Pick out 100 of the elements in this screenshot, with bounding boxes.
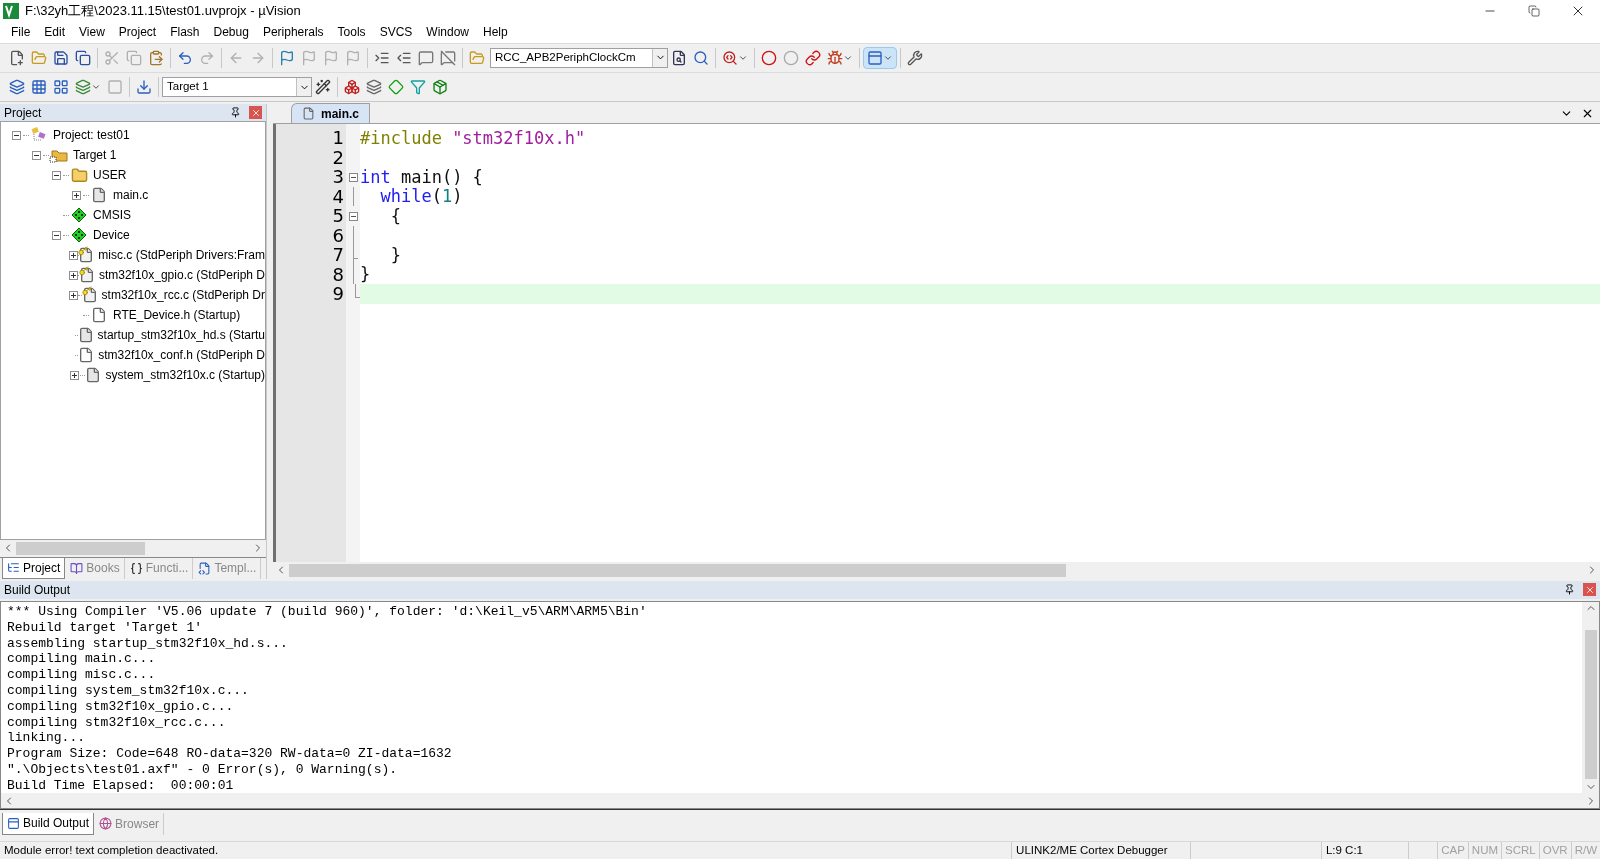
log-line: compiling misc.c... [7, 667, 157, 683]
log-line: Rebuild target 'Target 1' [7, 619, 204, 636]
expand-toggle[interactable] [69, 290, 78, 300]
folder-search-icon[interactable] [469, 49, 485, 66]
expand-toggle[interactable] [69, 250, 78, 260]
project-icon [30, 127, 48, 144]
find-combo[interactable]: RCC_APB2PeriphClockCm [490, 47, 668, 68]
flag-icon[interactable] [279, 49, 295, 66]
menu-item[interactable]: View [72, 23, 112, 42]
menu-item[interactable]: Help [476, 23, 515, 42]
layers-icon[interactable] [75, 79, 91, 96]
tree-item[interactable]: Project: test01 [53, 126, 130, 145]
search-icon[interactable] [722, 49, 738, 66]
blocks-icon[interactable] [344, 79, 360, 96]
log-line: *** Using Compiler 'V5.06 update 7 (build 960)', folder: 'd:\Keil_v5\ARM\ARM5\Bin' [7, 603, 648, 620]
collapse-toggle[interactable] [51, 230, 61, 240]
linked-rings-icon[interactable] [805, 49, 821, 66]
braces-icon [129, 561, 143, 575]
vertical-scrollbar[interactable] [1582, 601, 1599, 794]
log-line: compiling stm32f10x_gpio.c... [7, 698, 235, 715]
open-folder-icon[interactable] [31, 49, 47, 66]
tree-item[interactable]: Device [93, 226, 130, 245]
pin-icon[interactable] [230, 107, 241, 119]
expand-toggle[interactable] [69, 270, 78, 280]
menu-item[interactable]: Peripherals [255, 23, 331, 42]
tree-item[interactable]: stm32f10x_conf.h (StdPeriph D [98, 346, 265, 365]
save-all-icon[interactable] [75, 49, 91, 66]
pin-icon[interactable] [1564, 584, 1575, 596]
menu-item[interactable]: Edit [37, 23, 73, 42]
menu-item[interactable]: File [4, 23, 38, 42]
undo-icon[interactable] [177, 49, 193, 66]
new-file-icon[interactable] [9, 49, 25, 66]
line-number: 5 [332, 207, 344, 226]
locked-file-icon [78, 246, 95, 264]
save-icon[interactable] [53, 49, 69, 66]
download-icon[interactable] [136, 79, 152, 96]
tree-item[interactable]: system_stm32f10x.c (Startup) [105, 366, 265, 385]
tab-label: Build Output [23, 815, 90, 833]
window-icon[interactable] [867, 49, 883, 66]
toggle-button[interactable] [863, 46, 897, 69]
output-icon [7, 816, 20, 830]
book-icon [70, 561, 84, 575]
menu-item[interactable]: Debug [206, 23, 256, 42]
paste-icon[interactable] [148, 49, 164, 66]
menu-item[interactable]: Project [111, 23, 164, 42]
tree-item[interactable]: startup_stm32f10x_hd.s (Startu [97, 326, 265, 345]
stack-icon[interactable] [9, 79, 25, 96]
tree-item[interactable]: RTE_Device.h (Startup) [113, 306, 241, 325]
wand-icon[interactable] [315, 79, 331, 96]
package-icon[interactable] [432, 79, 448, 96]
collapse-toggle[interactable] [31, 150, 41, 160]
file-icon [77, 327, 94, 344]
tree-item[interactable]: main.c [113, 186, 149, 205]
collapse-toggle[interactable] [11, 130, 21, 140]
status-indicator: R/W [1570, 841, 1600, 859]
menu-item[interactable]: Window [419, 23, 476, 42]
horizontal-scrollbar[interactable] [1, 793, 1599, 808]
grid-icon[interactable] [53, 79, 69, 96]
diamond-icon[interactable] [388, 79, 404, 96]
file-icon [302, 107, 315, 121]
expand-toggle[interactable] [71, 190, 81, 200]
stack-icon[interactable] [366, 79, 382, 96]
restore-icon[interactable] [1528, 5, 1540, 17]
file-search-icon[interactable] [671, 49, 687, 66]
status-indicator: CAP [1437, 841, 1468, 859]
breakpoint-icon[interactable] [761, 49, 777, 66]
target-combo[interactable]: Target 1 [162, 77, 312, 98]
menu-item[interactable]: Tools [330, 23, 373, 42]
fold-toggle[interactable] [348, 172, 358, 182]
tree-item[interactable]: USER [93, 166, 127, 185]
tree-item[interactable]: stm32f10x_gpio.c (StdPeriph D [98, 266, 265, 285]
comment-icon[interactable] [418, 49, 434, 66]
collapse-toggle[interactable] [51, 170, 61, 180]
tree-item[interactable]: Target 1 [73, 146, 117, 165]
bug-icon[interactable] [827, 49, 843, 66]
expand-toggle[interactable] [70, 370, 80, 380]
log-line: Program Size: Code=648 RO-data=320 RW-data=0 ZI-data=1632 [7, 746, 453, 762]
menu-item[interactable]: Flash [163, 23, 207, 42]
tree-item[interactable]: misc.c (StdPeriph Drivers:Fram [98, 246, 265, 265]
folder-icon [70, 166, 88, 184]
tab-label: Templ... [214, 560, 257, 578]
funnel-icon[interactable] [410, 79, 426, 96]
status-message: Module error! text completion deactivated. [3, 842, 220, 858]
panel-title: Build Output [4, 581, 72, 599]
code-line: } [360, 264, 372, 285]
tree-item[interactable]: stm32f10x_rcc.c (StdPeriph Dr [101, 286, 265, 305]
editor-tab[interactable]: main.c [291, 103, 370, 124]
uncomment-icon[interactable] [440, 49, 456, 66]
panel-tab[interactable]: Project [2, 557, 66, 579]
log-line: Build Time Elapsed: 00:00:01 [7, 777, 235, 794]
template-icon [198, 561, 212, 575]
panel-tab[interactable]: Build Output [2, 812, 95, 835]
wrench-icon[interactable] [907, 49, 923, 66]
log-line: compiling stm32f10x_rcc.c... [7, 714, 227, 731]
menu-item[interactable]: SVCS [372, 23, 420, 42]
grid-icon[interactable] [31, 79, 47, 96]
fold-toggle[interactable] [348, 211, 358, 221]
code-line: } [389, 245, 402, 265]
tree-item[interactable]: CMSIS [93, 206, 131, 225]
log-line: compiling system_stm32f10x.c... [7, 682, 250, 699]
